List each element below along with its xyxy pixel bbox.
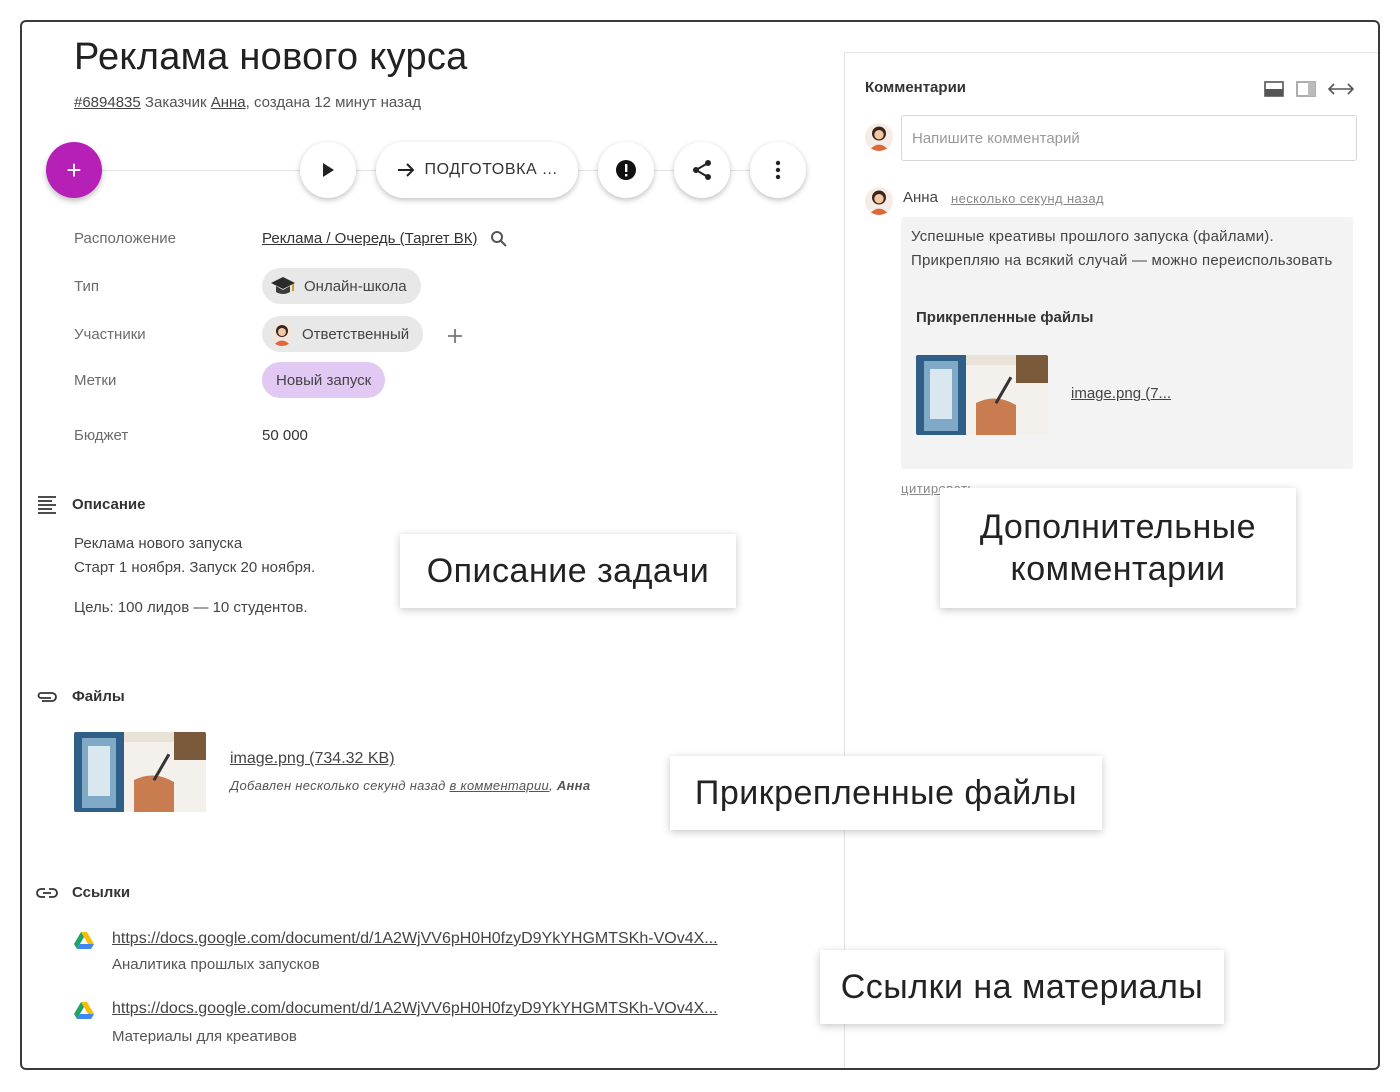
file-link[interactable]: image.png (734.32 KB) — [230, 750, 395, 768]
type-chip[interactable]: Онлайн-школа — [262, 268, 421, 304]
panel-bottom-icon[interactable] — [1264, 81, 1284, 97]
comment-file-link[interactable]: image.png (7... — [1071, 385, 1171, 402]
type-label: Тип — [74, 278, 100, 295]
share-button[interactable] — [674, 142, 730, 198]
description-body: Реклама нового запуска Старт 1 ноября. З… — [74, 532, 315, 620]
play-icon — [323, 163, 334, 177]
search-icon[interactable] — [490, 230, 508, 248]
location-link[interactable]: Реклама / Очередь (Таргет ВК) — [262, 230, 478, 247]
location-label: Расположение — [74, 230, 176, 247]
google-drive-icon — [74, 1002, 94, 1019]
description-line: Старт 1 ноября. Запуск 20 ноября. — [74, 559, 316, 576]
stage-button[interactable]: ПОДГОТОВКА ... — [376, 142, 578, 198]
plus-icon: + — [66, 155, 82, 185]
add-button[interactable]: + — [46, 142, 102, 198]
comment-author[interactable]: Анна — [903, 189, 938, 206]
paperclip-icon — [36, 690, 58, 704]
callout-description: Описание задачи — [400, 534, 736, 608]
callout-description-text: Описание задачи — [426, 552, 710, 590]
links-heading-label: Ссылки — [72, 884, 131, 901]
customer-link[interactable]: Анна — [211, 94, 246, 111]
comments-heading: Комментарии — [865, 79, 967, 96]
file-thumbnail[interactable] — [74, 732, 206, 812]
reference-link[interactable]: https://docs.google.com/document/d/1A2Wj… — [112, 930, 718, 948]
callout-files: Прикрепленные файлы — [670, 756, 1102, 830]
more-button[interactable] — [750, 142, 806, 198]
page-title: Реклама нового курса — [74, 36, 468, 78]
comment-bubble: Успешные креативы прошлого запуска (файл… — [901, 217, 1353, 469]
reference-title: Материалы для креативов — [112, 1028, 297, 1045]
comment-file-thumbnail[interactable] — [916, 355, 1048, 435]
location-value: Реклама / Очередь (Таргет ВК) — [262, 230, 508, 248]
start-button[interactable] — [300, 142, 356, 198]
budget-value: 50 000 — [262, 427, 308, 444]
description-line: Цель: 100 лидов — 10 студентов. — [74, 599, 308, 616]
comment-text: Успешные креативы прошлого запуска (файл… — [911, 228, 1333, 269]
google-drive-icon — [74, 932, 94, 949]
callout-comments: Дополнительные комментарии — [940, 488, 1296, 608]
callout-links: Ссылки на материалы — [820, 950, 1224, 1024]
more-vert-icon — [775, 160, 781, 180]
alert-icon — [616, 160, 636, 180]
avatar — [270, 322, 294, 346]
files-heading-label: Файлы — [72, 688, 125, 705]
budget-label: Бюджет — [74, 427, 129, 444]
members-label: Участники — [74, 326, 146, 343]
task-id-link[interactable]: #6894835 — [74, 94, 141, 111]
notes-icon — [36, 494, 58, 514]
task-card: Реклама нового курса #6894835 Заказчик А… — [20, 20, 1380, 1070]
callout-links-text: Ссылки на материалы — [840, 968, 1204, 1006]
reference-link[interactable]: https://docs.google.com/document/d/1A2Wj… — [112, 1000, 718, 1018]
graduation-cap-icon — [271, 277, 295, 294]
task-meta: #6894835 Заказчик Анна, создана 12 минут… — [74, 94, 421, 111]
member-chip[interactable]: Ответственный — [262, 316, 424, 352]
comment-input[interactable] — [901, 115, 1357, 161]
stage-label: ПОДГОТОВКА ... — [424, 161, 558, 178]
description-heading-label: Описание — [72, 495, 146, 513]
type-value: Онлайн-школа — [304, 277, 407, 295]
created-text: , создана 12 минут назад — [245, 94, 422, 111]
comment-attached-heading: Прикрепленные файлы — [916, 309, 1094, 326]
comment-time[interactable]: несколько секунд назад — [951, 191, 1104, 206]
callout-files-text: Прикрепленные файлы — [694, 774, 1078, 812]
file-comment-link[interactable]: в комментарии — [450, 778, 549, 793]
link-icon — [36, 887, 58, 899]
member-value: Ответственный — [302, 325, 410, 343]
customer-label: Заказчик — [144, 94, 207, 111]
priority-button[interactable] — [598, 142, 654, 198]
links-heading: Ссылки — [36, 884, 130, 901]
avatar — [865, 187, 893, 215]
file-meta: Добавлен несколько секунд назад в коммен… — [230, 778, 591, 793]
comments-view-tools — [1264, 81, 1354, 97]
callout-comments-line: комментарии — [1010, 550, 1226, 588]
share-icon — [693, 160, 711, 180]
file-added-text: Добавлен несколько секунд назад — [230, 778, 446, 793]
reference-title: Аналитика прошлых запусков — [112, 956, 320, 973]
tag-value: Новый запуск — [276, 371, 372, 389]
callout-comments-line: Дополнительные — [979, 508, 1257, 546]
description-line: Реклама нового запуска — [74, 535, 243, 552]
panel-right-icon[interactable] — [1296, 81, 1316, 97]
arrow-right-icon — [397, 163, 414, 177]
expand-horizontal-icon[interactable] — [1328, 83, 1354, 95]
tag-chip[interactable]: Новый запуск — [262, 362, 386, 398]
description-heading: Описание — [36, 494, 145, 514]
avatar — [865, 123, 893, 151]
tags-label: Метки — [74, 372, 117, 389]
file-added-by: Анна — [556, 778, 591, 793]
files-heading: Файлы — [36, 688, 125, 705]
add-person-icon[interactable] — [446, 327, 464, 345]
